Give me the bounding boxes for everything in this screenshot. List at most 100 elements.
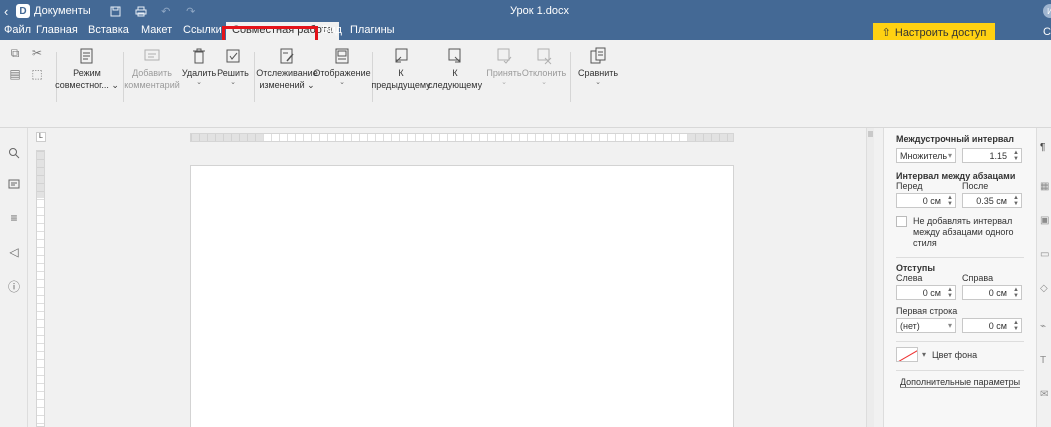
previous-label-2: предыдущему (371, 80, 431, 90)
tab-file[interactable]: Файл (4, 24, 31, 36)
separator (254, 52, 255, 102)
table-settings-icon[interactable]: ▦ (1040, 181, 1051, 193)
spinner-icon[interactable]: ▲ ▼ (1013, 195, 1019, 207)
spacing-after-value: 0.35 см (976, 195, 1007, 206)
scrollbar-thumb[interactable] (868, 131, 873, 137)
vertical-ruler[interactable] (36, 150, 45, 427)
add-comment-label-2: комментарий (124, 80, 180, 90)
spacing-after-input[interactable]: 0.35 см ▲ ▼ (962, 193, 1022, 208)
first-line-mode-select[interactable]: (нет) ▾ (896, 318, 956, 333)
info-icon[interactable]: ⓘ (7, 279, 21, 294)
first-line-mode-value: (нет) (900, 320, 920, 331)
paste-icon[interactable]: ▤ (8, 67, 22, 81)
separator (123, 52, 124, 102)
divider (896, 341, 1024, 342)
accept-change-button[interactable]: Принять ⌄ (486, 46, 522, 87)
compare-label: Сравнить (577, 68, 619, 78)
after-label: После (962, 181, 989, 191)
paragraph-settings-icon[interactable]: ¶ (1040, 142, 1051, 154)
horizontal-ruler[interactable] (190, 133, 734, 142)
search-icon[interactable] (7, 146, 21, 160)
save-icon[interactable] (109, 4, 123, 18)
shape-settings-icon[interactable]: ◇ (1040, 283, 1051, 295)
background-color-label: Цвет фона (932, 349, 978, 360)
display-mode-button[interactable]: Отображение ⌄ (313, 46, 371, 87)
line-spacing-mode-select[interactable]: Множитель ▾ (896, 148, 956, 163)
title-row: ‹ D Документы ↶ ↷ Урок 1.docx И (0, 0, 1051, 22)
advanced-settings-link[interactable]: Дополнительные параметры (899, 377, 1021, 388)
chart-settings-icon[interactable]: ⌁ (1040, 321, 1051, 333)
resolve-button[interactable]: Решить ⌄ (217, 46, 249, 87)
spacing-before-value: 0 см (922, 195, 941, 206)
resolve-check-icon (223, 46, 243, 66)
review-mode-label-2: совместног... ⌄ (55, 80, 119, 90)
tab-layout[interactable]: Макет (141, 24, 172, 36)
compare-icon (588, 46, 608, 66)
no-spacing-checkbox[interactable] (896, 216, 907, 227)
track-changes-label-2: изменений ⌄ (259, 80, 315, 90)
spinner-icon[interactable]: ▲ ▼ (1013, 287, 1019, 299)
background-color-swatch[interactable] (896, 347, 918, 362)
indent-right-value: 0 см (988, 287, 1007, 298)
avatar[interactable]: И (1043, 4, 1051, 18)
speaker-icon[interactable]: ◁ (7, 245, 21, 259)
first-line-value-input[interactable]: 0 см ▲ ▼ (962, 318, 1022, 333)
chevron-down-icon[interactable]: ▾ (922, 350, 926, 359)
tab-view[interactable]: Вид (322, 24, 342, 36)
navigation-icon[interactable]: ≡ (7, 211, 21, 225)
back-chevron-icon[interactable]: ‹ (4, 4, 16, 19)
indent-left-input[interactable]: 0 см ▲ ▼ (896, 285, 956, 300)
chevron-down-icon: ⌄ (501, 79, 507, 86)
delete-comment-button[interactable]: Удалить ⌄ (181, 46, 217, 87)
track-changes-button[interactable]: Отслеживание изменений ⌄ (256, 46, 318, 90)
copy-icon[interactable]: ⧉ (8, 46, 22, 60)
tab-insert[interactable]: Вставка (88, 24, 129, 36)
compare-button[interactable]: Сравнить ⌄ (578, 46, 618, 87)
divider (896, 370, 1024, 371)
tab-home[interactable]: Главная (36, 24, 78, 36)
add-comment-button[interactable]: Добавить комментарий (124, 46, 180, 90)
spinner-icon[interactable]: ▲ ▼ (947, 195, 953, 207)
image-settings-icon[interactable]: ▣ (1040, 215, 1051, 227)
cut-icon[interactable]: ✂ (30, 46, 44, 60)
review-mode-button[interactable]: Режим совместног... ⌄ (55, 46, 119, 90)
display-label: Отображение (313, 68, 371, 78)
left-sidebar: ≡ ◁ ⓘ (0, 128, 28, 427)
reject-change-button[interactable]: Отклонить ⌄ (522, 46, 566, 87)
textart-settings-icon[interactable]: T (1040, 355, 1051, 367)
signature-settings-icon[interactable]: ✉ (1040, 389, 1051, 401)
review-mode-label-1: Режим (73, 68, 101, 78)
undo-icon[interactable]: ↶ (159, 4, 173, 18)
next-change-button[interactable]: К следующему (428, 46, 482, 90)
comments-icon[interactable] (7, 178, 21, 192)
spacing-before-input[interactable]: 0 см ▲ ▼ (896, 193, 956, 208)
tab-references[interactable]: Ссылки (183, 24, 222, 36)
next-label-2: следующему (427, 80, 483, 90)
document-page[interactable] (190, 165, 734, 427)
app-title[interactable]: Документы (34, 5, 91, 17)
vertical-scrollbar[interactable] (866, 128, 874, 427)
spinner-icon[interactable]: ▲ ▼ (1013, 320, 1019, 332)
first-line-value: 0 см (988, 320, 1007, 331)
select-all-icon[interactable]: ⬚ (30, 67, 44, 81)
spinner-icon[interactable]: ▲ ▼ (1013, 150, 1019, 162)
header-footer-icon[interactable]: ▭ (1040, 249, 1051, 261)
line-spacing-value: 1.15 (989, 150, 1007, 161)
document-title: Урок 1.docx (510, 5, 570, 17)
chevron-down-icon: ⌄ (541, 79, 547, 86)
spinner-icon[interactable]: ▲ ▼ (947, 287, 953, 299)
delete-label: Удалить (181, 68, 217, 78)
print-icon[interactable] (134, 4, 148, 18)
line-spacing-value-input[interactable]: 1.15 ▲ ▼ (962, 148, 1022, 163)
redo-icon[interactable]: ↷ (184, 4, 198, 18)
vruler-ticks (37, 151, 44, 426)
indents-title: Отступы (896, 263, 936, 273)
indent-right-label: Справа (962, 273, 994, 283)
ruler-ticks (191, 134, 733, 141)
tab-plugins[interactable]: Плагины (350, 24, 395, 36)
app-logo-icon: D (16, 4, 30, 18)
indent-right-input[interactable]: 0 см ▲ ▼ (962, 285, 1022, 300)
tab-stop-selector[interactable]: L (36, 132, 46, 142)
share-icon: ⇧ (881, 27, 891, 39)
previous-change-button[interactable]: К предыдущему (371, 46, 431, 90)
